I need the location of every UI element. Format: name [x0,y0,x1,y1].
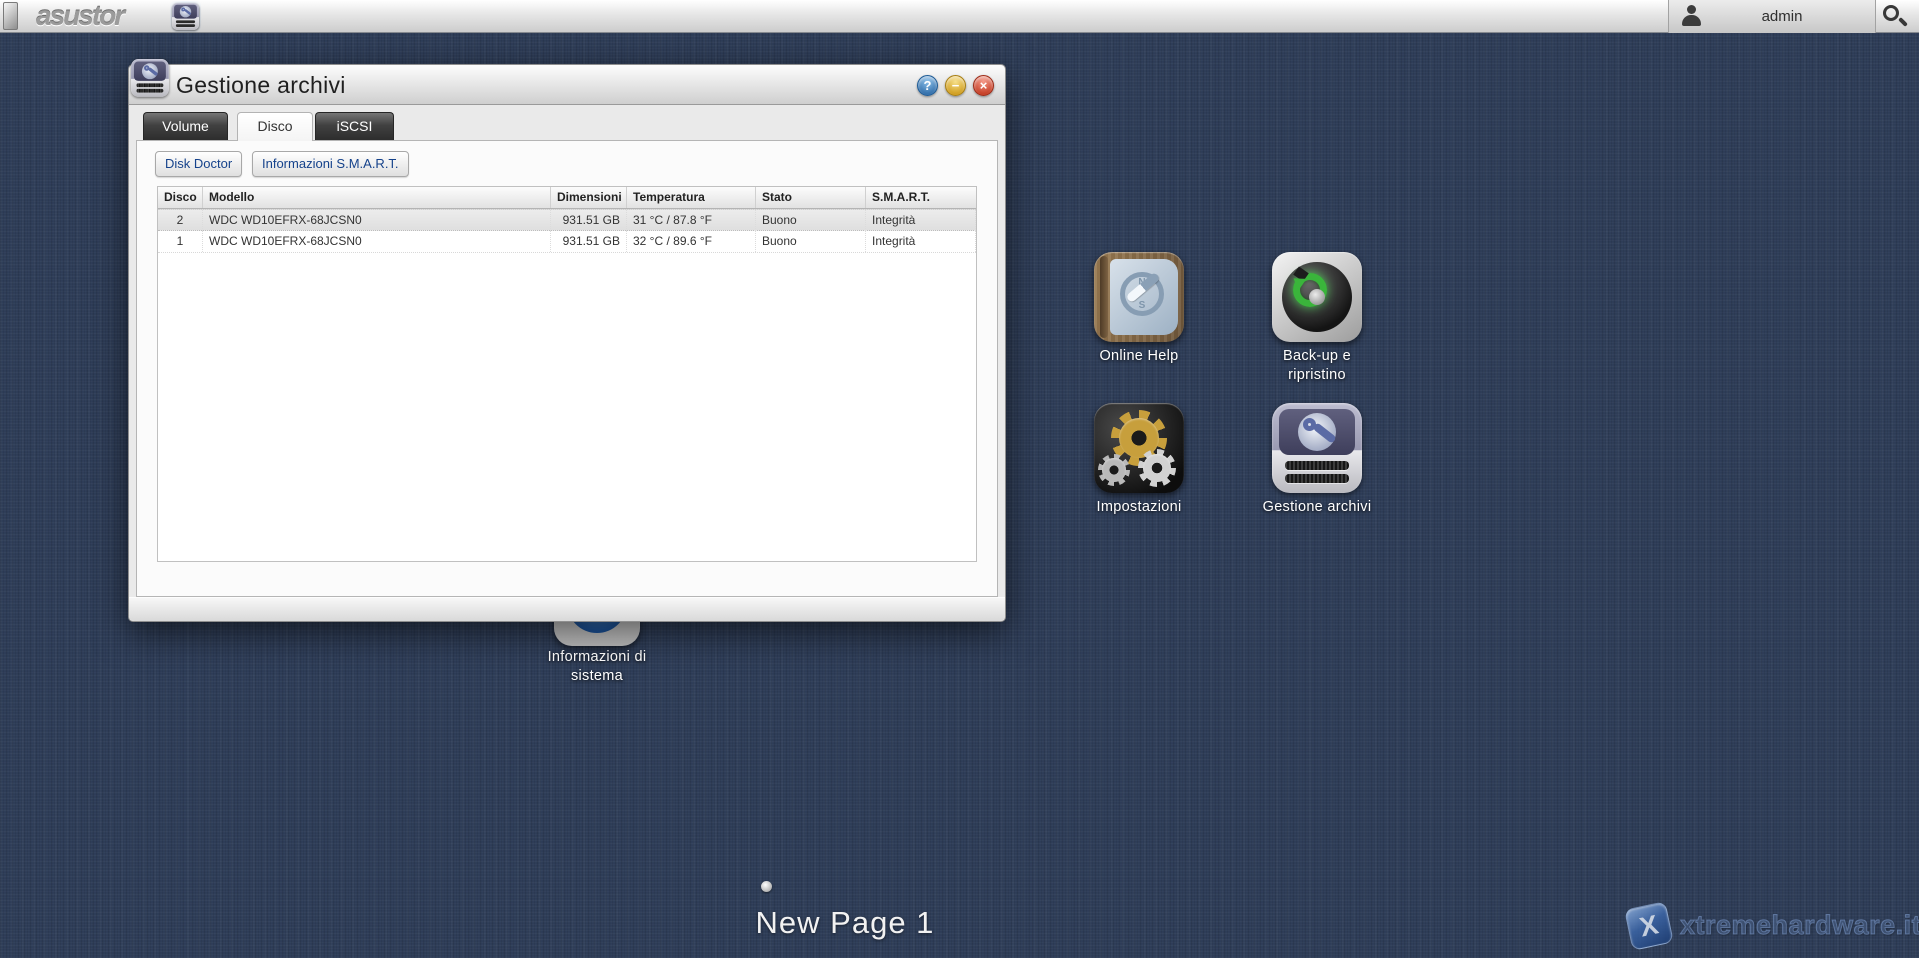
backup-restore-icon [1282,262,1352,332]
icon-label-impostazioni: Impostazioni [1096,499,1182,515]
gear-icon [1138,449,1176,487]
watermark-badge-letter: X [1637,909,1661,943]
close-button[interactable]: × [973,75,994,96]
smart-info-button[interactable]: Informazioni S.M.A.R.T. [252,151,409,177]
desktop-icon-backup-ripristino[interactable] [1272,252,1362,342]
disk-doctor-button[interactable]: Disk Doctor [155,151,243,177]
cell-smart: Integrità [866,231,976,252]
help-button[interactable]: ? [917,75,938,96]
disk-table: Disco Modello Dimensioni Temperatura Sta… [157,186,977,562]
window-gestione-archivi: Gestione archivi ? − × Volume Disco iSCS… [128,59,1006,622]
cell-stato: Buono [756,210,866,231]
cell-stato: Buono [756,231,866,252]
page-title: New Page 1 [755,905,935,940]
icon-label-gestione-archivi: Gestione archivi [1262,499,1372,515]
top-bar: asustor admin [0,0,1919,33]
window-footer [129,597,1005,621]
desktop-icon-impostazioni[interactable] [1094,403,1184,493]
window-titlebar[interactable]: Gestione archivi ? − × [129,59,1005,105]
cell-dimensioni: 931.51 GB [551,210,627,231]
desktop: { "topbar": { "logo": "asustor", "taskba… [0,0,1919,958]
book-spine [1100,256,1108,338]
column-header-disco[interactable]: Disco [158,187,203,208]
xtremehardware-logo-icon: X [1624,901,1674,951]
minimize-button[interactable]: − [945,75,966,96]
desktop-icon-online-help[interactable]: N S [1094,252,1184,342]
column-header-stato[interactable]: Stato [756,187,866,208]
cell-disco: 1 [158,231,203,252]
tab-volume[interactable]: Volume [143,112,228,140]
drive-icon [131,59,169,103]
table-row[interactable]: 1 WDC WD10EFRX-68JCSN0 931.51 GB 32 °C /… [158,231,976,253]
tab-content-disco: Disk Doctor Informazioni S.M.A.R.T. Disc… [136,140,998,597]
user-menu[interactable]: admin [1668,0,1876,33]
watermark-text: xtremehardware.it [1679,910,1919,941]
cell-dimensioni: 931.51 GB [551,231,627,252]
tab-disco[interactable]: Disco [237,112,313,141]
panel-handle[interactable] [3,2,18,30]
column-header-dimensioni[interactable]: Dimensioni [551,187,627,208]
page-indicator-dot[interactable] [761,881,772,892]
compass-south-label: S [1138,300,1146,311]
drive-icon [172,3,199,31]
asustor-logo: asustor [36,0,125,31]
watermark: X xtremehardware.it [1620,898,1919,956]
cell-modello: WDC WD10EFRX-68JCSN0 [203,210,551,231]
cell-disco: 2 [158,210,203,231]
column-header-smart[interactable]: S.M.A.R.T. [866,187,976,208]
cell-modello: WDC WD10EFRX-68JCSN0 [203,231,551,252]
drive-icon [1272,403,1362,493]
search-icon[interactable] [1882,4,1909,31]
column-header-temperatura[interactable]: Temperatura [627,187,756,208]
desktop-icon-gestione-archivi[interactable] [1272,403,1362,493]
compass-icon: N S [1110,259,1178,335]
gear-icon [1098,454,1130,486]
table-row[interactable]: 2 WDC WD10EFRX-68JCSN0 931.51 GB 31 °C /… [158,209,976,231]
taskbar-app-gestione-archivi[interactable] [170,1,201,32]
icon-label-backup-ripristino: Back-up e ripristino [1283,348,1351,383]
cell-temperatura: 32 °C / 89.6 °F [627,231,756,252]
icon-label-informazioni-di-sistema: Informazioni di sistema [547,649,647,684]
cell-temperatura: 31 °C / 87.8 °F [627,210,756,231]
user-name: admin [1761,8,1803,25]
column-header-modello[interactable]: Modello [203,187,551,208]
cell-smart: Integrità [866,210,976,231]
disk-table-header[interactable]: Disco Modello Dimensioni Temperatura Sta… [158,187,976,209]
icon-label-online-help: Online Help [1099,348,1179,364]
tab-iscsi[interactable]: iSCSI [315,112,394,140]
window-title: Gestione archivi [176,72,346,98]
